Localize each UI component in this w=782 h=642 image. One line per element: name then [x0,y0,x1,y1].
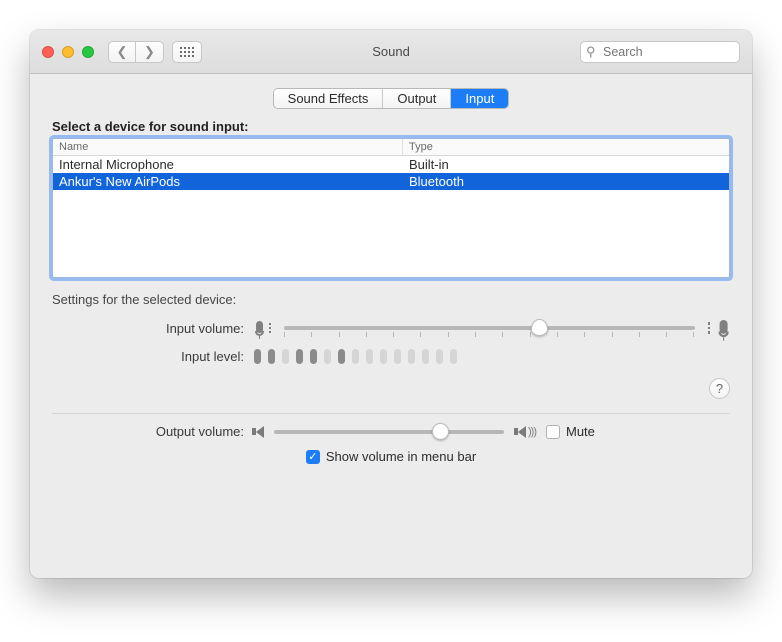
speaker-loud-icon: ))) [514,426,536,438]
help-button[interactable]: ? [709,378,730,399]
column-type[interactable]: Type [403,139,729,155]
preferences-window: ❮ ❯ Sound ⚲ Sound Effects Output Input S… [30,30,752,578]
input-volume-row: Input volume: [52,317,730,339]
show-volume-menu-label: Show volume in menu bar [326,449,476,464]
device-name: Internal Microphone [53,156,403,173]
tab-bar: Sound Effects Output Input [273,88,510,109]
device-name: Ankur's New AirPods [53,173,403,190]
input-device-list[interactable]: Name Type Internal Microphone Built-in A… [52,138,730,278]
tab-input[interactable]: Input [451,89,508,108]
mute-control: Mute [546,424,595,439]
tabs: Sound Effects Output Input [30,88,752,109]
input-level-row: Input level: [52,349,730,364]
slider-thumb[interactable] [531,319,548,336]
column-name[interactable]: Name [53,139,403,155]
sound-dots-large-icon [708,322,711,334]
microphone-loud-icon [715,315,731,340]
device-type: Built-in [403,156,729,173]
zoom-window-button[interactable] [82,46,94,58]
chevron-right-icon: ❯ [144,45,155,58]
input-volume-label: Input volume: [52,321,252,336]
table-row[interactable]: Ankur's New AirPods Bluetooth [53,173,729,190]
show-all-button[interactable] [172,41,202,63]
back-button[interactable]: ❮ [108,41,136,63]
select-device-label: Select a device for sound input: [52,119,730,134]
tab-sound-effects[interactable]: Sound Effects [274,89,384,108]
grid-icon [180,47,194,57]
input-level-meter [254,349,457,364]
close-window-button[interactable] [42,46,54,58]
output-volume-slider[interactable] [274,430,504,434]
list-header: Name Type [53,139,729,156]
chevron-left-icon: ❮ [117,45,128,58]
search-icon: ⚲ [586,44,596,60]
titlebar: ❮ ❯ Sound ⚲ [30,30,752,74]
show-volume-menu-checkbox[interactable]: ✓ [306,450,320,464]
show-volume-menu-row: ✓ Show volume in menu bar [52,449,730,464]
main-panel: Select a device for sound input: Name Ty… [52,119,730,399]
window-controls [42,46,94,58]
settings-label: Settings for the selected device: [52,292,730,307]
output-volume-label: Output volume: [52,424,252,439]
microphone-quiet-icon [252,317,266,339]
sound-dots-small-icon [269,323,271,333]
mute-label: Mute [566,424,595,439]
output-volume-section: Output volume: ))) Mute ✓ Show volume in… [52,424,730,464]
divider [52,413,730,414]
device-type: Bluetooth [403,173,729,190]
tab-output[interactable]: Output [383,89,451,108]
table-row[interactable]: Internal Microphone Built-in [53,156,729,173]
nav-buttons: ❮ ❯ [108,41,164,63]
search-input[interactable] [580,41,740,63]
output-volume-row: Output volume: ))) Mute [52,424,730,439]
input-volume-slider[interactable] [284,326,695,330]
minimize-window-button[interactable] [62,46,74,58]
forward-button[interactable]: ❯ [136,41,164,63]
slider-thumb[interactable] [432,423,449,440]
mute-checkbox[interactable] [546,425,560,439]
speaker-quiet-icon [252,426,264,438]
search-field-wrap: ⚲ [580,41,740,63]
input-level-label: Input level: [52,349,252,364]
